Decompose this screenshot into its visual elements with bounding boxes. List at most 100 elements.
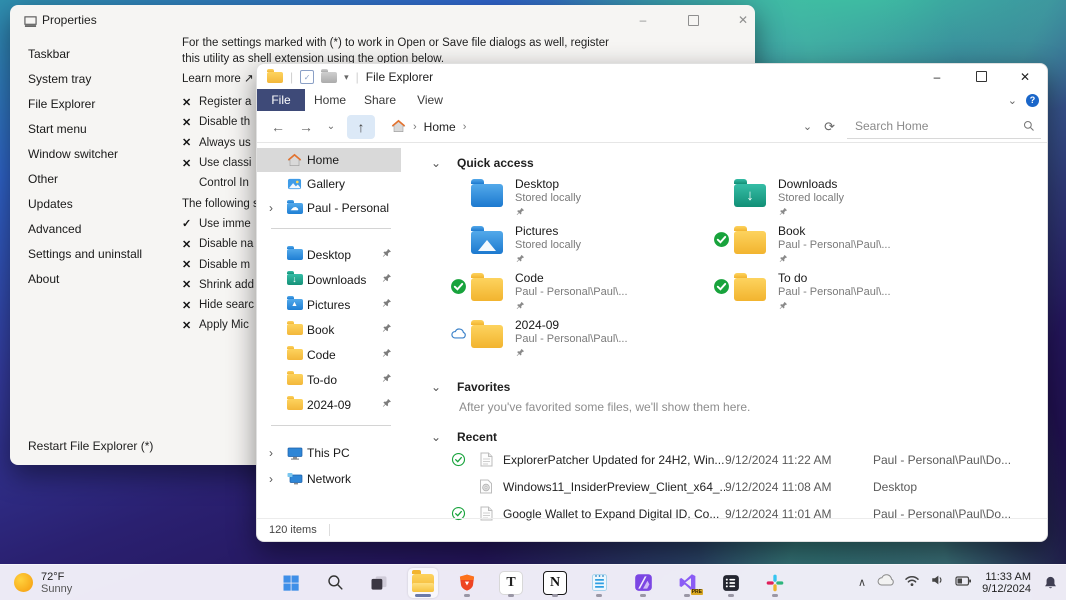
tray-date: 9/12/2024 <box>982 583 1031 595</box>
quick-access-tiles: Desktop Stored locally ↓ Downloads Store… <box>445 178 971 366</box>
sidebar-item-code[interactable]: Code <box>257 342 401 367</box>
sidebar-item-updates[interactable]: Updates <box>28 191 142 216</box>
tile-todo[interactable]: To do Paul - Personal\Paul\... <box>708 272 971 319</box>
task-view-button[interactable] <box>364 568 394 598</box>
taskbar-brave[interactable] <box>452 568 482 598</box>
sidebar-item-pictures[interactable]: ▲ Pictures <box>257 292 401 317</box>
sidebar-item-system-tray[interactable]: System tray <box>28 66 142 91</box>
sidebar-item-network[interactable]: › Network <box>257 466 401 492</box>
chevron-right-icon[interactable]: › <box>269 472 273 486</box>
home-icon[interactable] <box>391 119 406 134</box>
properties-check-icon[interactable]: ✓ <box>300 70 314 84</box>
taskbar-notion[interactable]: N <box>540 568 570 598</box>
folder-icon <box>286 374 303 385</box>
tile-pictures[interactable]: Pictures Stored locally <box>445 225 708 272</box>
sidebar-item-taskbar[interactable]: Taskbar <box>28 41 142 66</box>
minimize-button[interactable]: – <box>915 64 959 89</box>
sidebar-item-2024-09[interactable]: 2024-09 <box>257 392 401 417</box>
sidebar-item-todo[interactable]: To-do <box>257 367 401 392</box>
search-box[interactable] <box>847 114 1041 139</box>
sidebar-item-window-switcher[interactable]: Window switcher <box>28 141 142 166</box>
downloads-folder-icon: ↓ <box>734 178 776 210</box>
system-tray: ∧ 11:33 AM 9/12/2024 <box>858 565 1058 600</box>
clock-widget[interactable]: 11:33 AM 9/12/2024 <box>982 571 1031 595</box>
customize-toolbar-caret-icon[interactable]: ▾ <box>344 72 349 83</box>
recent-file-row[interactable]: ExplorerPatcher Updated for 24H2, Win...… <box>445 446 1039 473</box>
start-button[interactable] <box>276 568 306 598</box>
notepad-icon <box>589 572 610 593</box>
tile-desktop[interactable]: Desktop Stored locally <box>445 178 708 225</box>
tab-file[interactable]: File <box>257 89 305 111</box>
tab-home[interactable]: Home <box>305 89 355 111</box>
taskbar-slack[interactable] <box>760 568 790 598</box>
breadcrumb: › Home › <box>391 119 466 134</box>
close-button[interactable]: ✕ <box>1003 64 1047 89</box>
item-count: 120 items <box>269 524 330 536</box>
taskbar-list-app[interactable] <box>716 568 746 598</box>
chevron-right-icon[interactable]: › <box>269 446 273 460</box>
forward-icon[interactable]: → <box>297 119 315 135</box>
recent-header[interactable]: ⌄ Recent <box>431 430 497 444</box>
help-icon[interactable]: ? <box>1026 94 1039 107</box>
new-folder-icon[interactable] <box>321 72 337 83</box>
properties-window-controls: – ✕ <box>618 11 768 29</box>
recent-file-row[interactable]: Windows11_InsiderPreview_Client_x64_... … <box>445 473 1039 500</box>
taskbar-file-explorer[interactable] <box>408 568 438 598</box>
sidebar-item-desktop[interactable]: Desktop <box>257 242 401 267</box>
chevron-down-icon[interactable]: ⌄ <box>431 156 443 170</box>
close-button[interactable]: ✕ <box>718 11 768 29</box>
notification-bell-button[interactable] <box>1043 575 1058 591</box>
sidebar-item-book[interactable]: Book <box>257 317 401 342</box>
back-icon[interactable]: ← <box>269 119 287 135</box>
tile-code[interactable]: Code Paul - Personal\Paul\... <box>445 272 708 319</box>
sidebar-item-this-pc[interactable]: › This PC <box>257 440 401 466</box>
maximize-button[interactable] <box>668 11 718 29</box>
tile-2024-09[interactable]: 2024-09 Paul - Personal\Paul\... <box>445 319 708 366</box>
quick-access-header[interactable]: ⌄ Quick access <box>431 156 534 170</box>
volume-icon[interactable] <box>930 573 945 592</box>
onedrive-tray-icon[interactable] <box>876 573 894 592</box>
sidebar-item-downloads[interactable]: ↓ Downloads <box>257 267 401 292</box>
tile-downloads[interactable]: ↓ Downloads Stored locally <box>708 178 971 225</box>
sidebar-item-home[interactable]: Home <box>257 148 401 172</box>
expand-ribbon-icon[interactable]: ⌄ <box>1008 94 1017 107</box>
search-input[interactable] <box>853 118 1023 134</box>
sidebar-item-onedrive[interactable]: › ☁ Paul - Personal <box>257 196 401 220</box>
taskbar-affinity-photo[interactable] <box>628 568 658 598</box>
breadcrumb-home[interactable]: Home <box>424 120 456 134</box>
up-icon[interactable]: ↑ <box>347 115 375 139</box>
recent-locations-icon[interactable]: ⌄ <box>325 121 337 132</box>
properties-sidebar: Taskbar System tray File Explorer Start … <box>28 41 142 291</box>
sidebar-item-about[interactable]: About <box>28 266 142 291</box>
minimize-button[interactable]: – <box>618 11 668 29</box>
sidebar-item-advanced[interactable]: Advanced <box>28 216 142 241</box>
refresh-icon[interactable]: ⟳ <box>824 119 835 135</box>
pin-icon <box>381 373 392 387</box>
tab-share[interactable]: Share <box>355 89 405 111</box>
chevron-right-icon[interactable]: › <box>269 201 273 215</box>
sidebar-item-settings-uninstall[interactable]: Settings and uninstall <box>28 241 142 266</box>
taskbar-visual-studio[interactable]: PRE <box>672 568 702 598</box>
sidebar-item-other[interactable]: Other <box>28 166 142 191</box>
taskbar-typora[interactable]: T <box>496 568 526 598</box>
favorites-header[interactable]: ⌄ Favorites <box>431 380 510 394</box>
maximize-button[interactable] <box>959 64 1003 89</box>
weather-widget[interactable]: 72°F Sunny <box>14 565 72 600</box>
chevron-down-icon[interactable]: ⌄ <box>431 380 443 394</box>
taskbar-notes-app[interactable] <box>584 568 614 598</box>
cross-icon: ✕ <box>182 116 199 129</box>
battery-icon[interactable] <box>955 574 972 592</box>
chevron-down-icon[interactable]: ⌄ <box>431 430 443 444</box>
wifi-icon[interactable] <box>904 574 920 592</box>
explorer-sidebar: Home Gallery › ☁ Paul - Personal Desktop… <box>257 142 401 519</box>
tile-book[interactable]: Book Paul - Personal\Paul\... <box>708 225 971 272</box>
restart-file-explorer-link[interactable]: Restart File Explorer (*) <box>28 439 153 453</box>
address-dropdown-icon[interactable]: ⌄ <box>803 120 812 133</box>
tab-view[interactable]: View <box>405 89 455 111</box>
sidebar-item-gallery[interactable]: Gallery <box>257 172 401 196</box>
taskbar-search-button[interactable] <box>320 568 350 598</box>
sidebar-item-start-menu[interactable]: Start menu <box>28 116 142 141</box>
list-app-icon <box>721 573 741 593</box>
tray-chevron-up-icon[interactable]: ∧ <box>858 576 866 589</box>
sidebar-item-file-explorer[interactable]: File Explorer <box>28 91 142 116</box>
